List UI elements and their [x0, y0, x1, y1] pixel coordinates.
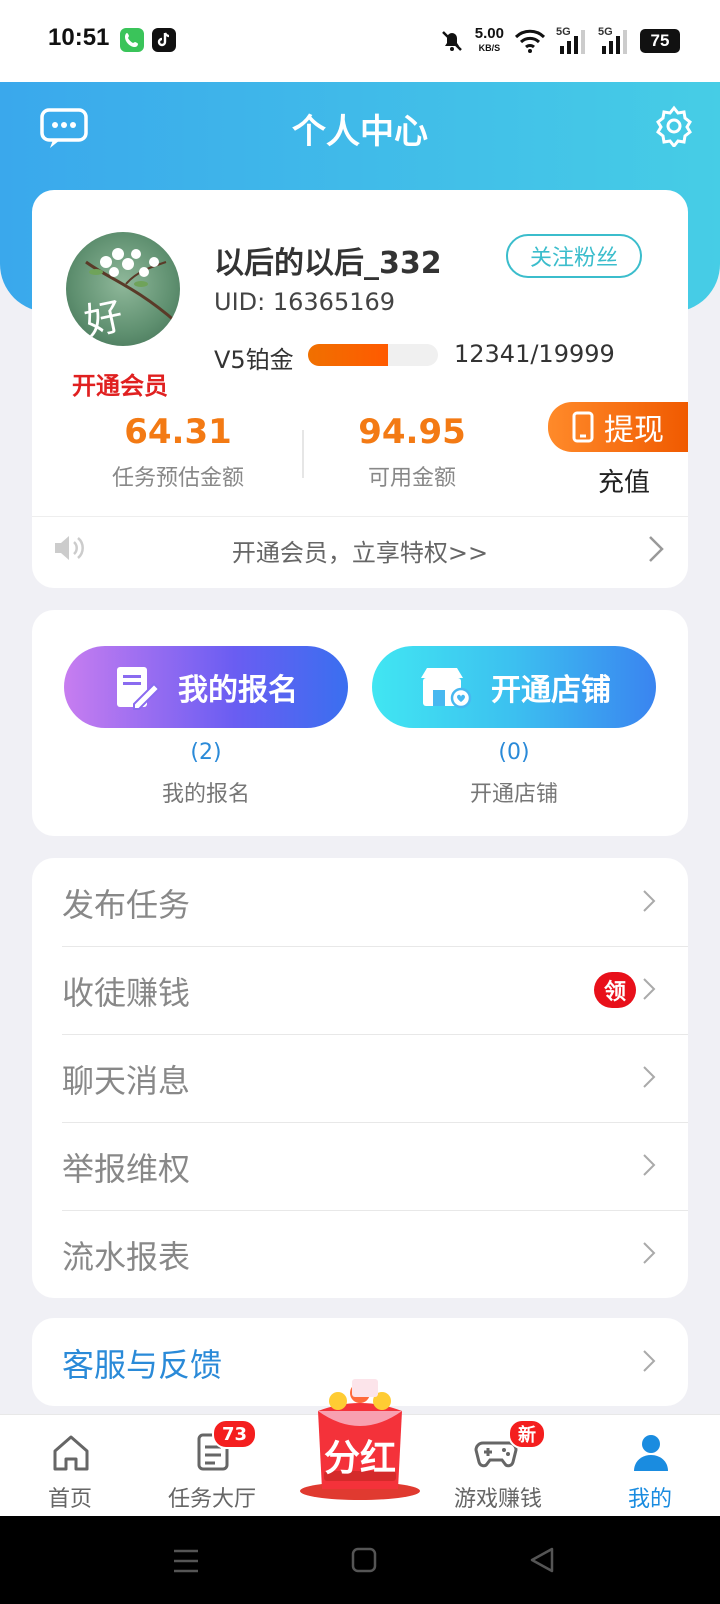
- tab-dividend[interactable]: 分红: [298, 1371, 422, 1517]
- vip-notice-bar[interactable]: 开通会员，立享特权>>: [32, 516, 688, 579]
- menu-item-label: 收徒赚钱: [62, 974, 191, 1012]
- chevron-right-icon: [643, 1350, 656, 1372]
- dividend-label: 分红: [323, 1438, 396, 1479]
- menu-item-publish-task[interactable]: 发布任务: [62, 858, 688, 947]
- phone-icon: [572, 411, 594, 443]
- shop-count: (0): [498, 740, 530, 765]
- menu-item-recruit-earn[interactable]: 收徒赚钱 领: [62, 946, 688, 1035]
- available-amount-stat[interactable]: 94.95 可用金额: [302, 412, 522, 492]
- task-count-badge: 73: [212, 1419, 258, 1449]
- chevron-right-icon: [643, 1066, 656, 1088]
- open-shop-button[interactable]: 开通店铺: [372, 646, 656, 728]
- actions-card: 我的报名 开通店铺 (2) 我的报名 (0) 开通店铺: [32, 610, 688, 836]
- chevron-right-icon: [643, 1154, 656, 1176]
- tiktok-app-icon: [152, 28, 176, 52]
- tab-task-hall[interactable]: 73 任务大厅: [152, 1415, 272, 1517]
- task-amount-label: 任务预估金额: [111, 466, 244, 491]
- signal-2: 5G: [598, 26, 630, 54]
- chevron-right-icon: [643, 1242, 656, 1264]
- level-progress-value: 12341/19999: [454, 340, 615, 368]
- withdraw-button[interactable]: 提现: [548, 402, 688, 452]
- chevron-right-icon: [643, 890, 656, 912]
- vip-notice-text: 开通会员，立享特权>>: [231, 539, 489, 567]
- profile-card: 好 开通会员 以后的以后_332 UID: 16365169 关注粉丝 V5铂金…: [32, 190, 688, 588]
- mute-bell-icon: [441, 31, 462, 51]
- my-signup-button[interactable]: 我的报名: [64, 646, 348, 728]
- new-badge: 新: [508, 1419, 546, 1449]
- withdraw-label: 提现: [604, 413, 664, 448]
- menu-card: 发布任务 收徒赚钱 领 聊天消息 举报维权 流水报表: [32, 858, 688, 1298]
- menu-item-report-rights[interactable]: 举报维权: [62, 1122, 688, 1211]
- uid-text: UID: 16365169: [214, 288, 396, 316]
- menu-icon[interactable]: [172, 1548, 200, 1574]
- system-nav-bar: [0, 1516, 720, 1604]
- back-icon[interactable]: [528, 1546, 556, 1574]
- signal-1: 5G: [556, 26, 588, 54]
- chevron-right-icon: [643, 978, 656, 1000]
- home-icon: [53, 1435, 89, 1471]
- tab-label: 首页: [47, 1487, 92, 1512]
- battery-indicator: 75: [640, 29, 680, 53]
- level-label: V5铂金: [214, 346, 294, 374]
- wifi-icon: [514, 29, 546, 53]
- claim-badge: 领: [594, 972, 636, 1008]
- signup-count: (2): [190, 740, 222, 765]
- bottom-tab-bar: 首页 73 任务大厅 分红 新 游戏赚钱 我的: [0, 1379, 720, 1517]
- username: 以后的以后_332: [214, 246, 442, 281]
- menu-item-label: 聊天消息: [62, 1062, 191, 1100]
- edit-form-icon: [117, 667, 160, 710]
- tab-game-earn[interactable]: 新 游戏赚钱: [438, 1415, 558, 1517]
- shop-icon: [421, 668, 472, 709]
- tab-label: 游戏赚钱: [453, 1487, 542, 1512]
- menu-item-label: 流水报表: [62, 1238, 191, 1276]
- menu-item-statements[interactable]: 流水报表: [62, 1210, 688, 1298]
- home-button-icon[interactable]: [350, 1546, 378, 1574]
- status-bar: 10:51 5.00 KB/S 5G 5G 75: [0, 0, 720, 82]
- tab-label: 我的: [627, 1487, 672, 1512]
- tab-mine[interactable]: 我的: [590, 1415, 710, 1517]
- recharge-link[interactable]: 充值: [598, 462, 650, 499]
- chat-icon[interactable]: [38, 106, 90, 152]
- avatar[interactable]: 好: [66, 232, 180, 346]
- support-label: 客服与反馈: [62, 1346, 223, 1384]
- open-shop-label: 开通店铺: [491, 673, 611, 708]
- task-amount-value: 64.31: [124, 412, 232, 452]
- net-speed: 5.00 KB/S: [474, 25, 504, 53]
- follow-fans-button[interactable]: 关注粉丝: [506, 234, 642, 278]
- task-amount-stat[interactable]: 64.31 任务预估金额: [68, 412, 288, 492]
- my-signup-label: 我的报名: [178, 673, 298, 708]
- level-progress-fill: [308, 344, 389, 366]
- chevron-right-icon: [649, 536, 664, 562]
- page-title: 个人中心: [292, 112, 428, 152]
- user-icon: [634, 1435, 668, 1471]
- gear-icon[interactable]: [652, 104, 696, 148]
- level-progress-bar: [308, 344, 438, 366]
- status-time: 10:51: [48, 24, 110, 51]
- phone-app-icon: [120, 28, 144, 52]
- available-amount-value: 94.95: [358, 412, 466, 452]
- menu-item-label: 发布任务: [62, 886, 191, 924]
- status-icons: 5.00 KB/S 5G 5G 75: [439, 24, 680, 58]
- menu-item-chat-messages[interactable]: 聊天消息: [62, 1034, 688, 1123]
- signup-count-label[interactable]: 我的报名: [64, 776, 348, 808]
- tab-home[interactable]: 首页: [10, 1415, 130, 1517]
- vip-link[interactable]: 开通会员: [72, 366, 168, 401]
- tab-label: 任务大厅: [167, 1487, 256, 1512]
- available-amount-label: 可用金额: [367, 466, 456, 491]
- menu-item-label: 举报维权: [62, 1150, 191, 1188]
- shop-count-label[interactable]: 开通店铺: [372, 776, 656, 808]
